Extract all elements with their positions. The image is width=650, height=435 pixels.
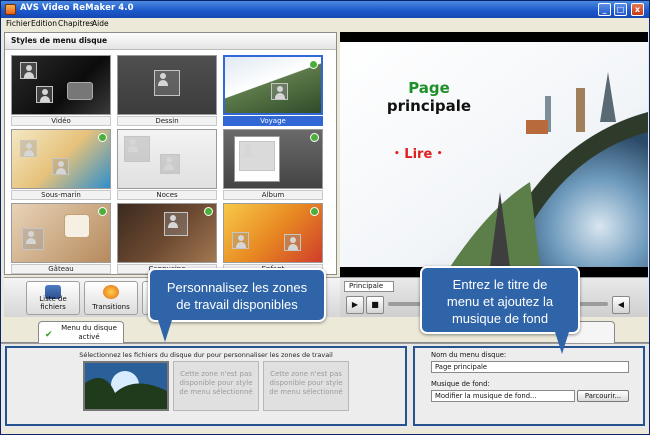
style-tile-cappucino[interactable]: Cappucino <box>117 203 217 275</box>
callout-right-line3: musique de fond <box>451 311 549 326</box>
menu-fichier[interactable]: Fichier <box>6 19 31 28</box>
play-icon[interactable]: ▶ <box>346 296 364 314</box>
check-icon: ✔ <box>45 330 53 340</box>
tab-disc-menu-label: Menu du disque activé <box>55 324 123 342</box>
callout-work-zones: Personnalisez les zones de travail dispo… <box>148 268 326 322</box>
menu-settings-form: Nom du menu disque: Page principale Musi… <box>413 346 645 426</box>
style-thumbnail <box>117 203 217 263</box>
preview-title-line1: Page <box>408 79 450 97</box>
tab-label-line2: activé <box>78 333 100 341</box>
style-tile-video[interactable]: Vidéo <box>11 55 111 127</box>
file-list-label: Liste de fichiers <box>39 295 67 311</box>
style-thumbnail <box>11 203 111 263</box>
browse-button[interactable]: Parcourir... <box>577 390 629 402</box>
style-label: Noces <box>117 190 217 200</box>
zone-unavailable-text: Cette zone n'est pas disponible pour sty… <box>179 370 253 396</box>
style-tile-noces[interactable]: Noces <box>117 129 217 201</box>
callout-left-line2: de travail disponibles <box>176 297 298 312</box>
menu-aide[interactable]: Aide <box>92 19 109 28</box>
callout-left-line1: Personnalisez les zones <box>166 280 308 295</box>
preview-background <box>340 32 648 277</box>
cake-icon <box>64 214 90 238</box>
zone-unavailable-text: Cette zone n'est pas disponible pour sty… <box>269 370 343 396</box>
close-button[interactable]: x <box>631 3 644 16</box>
callout-left-pointer <box>158 320 172 342</box>
menu-name-label: Nom du menu disque: <box>431 351 507 359</box>
transitions-button[interactable]: Transitions <box>84 281 138 315</box>
preview-play-label: Lire <box>404 147 433 162</box>
style-thumbnail <box>223 55 323 115</box>
work-zone-2: Cette zone n'est pas disponible pour sty… <box>173 361 259 411</box>
work-zone-3: Cette zone n'est pas disponible pour sty… <box>263 361 349 411</box>
transitions-label: Transitions <box>92 303 130 311</box>
callout-menu-title: Entrez le titre de menu et ajoutez la mu… <box>420 266 580 334</box>
stop-icon[interactable]: ■ <box>366 296 384 314</box>
style-label: Vidéo <box>11 116 111 126</box>
callout-right-line2: menu et ajoutez la <box>446 294 554 309</box>
speaker-icon[interactable]: ◀ <box>612 296 630 314</box>
style-label: Gâteau <box>11 264 111 274</box>
style-tile-gateau[interactable]: Gâteau <box>11 203 111 275</box>
zones-description: Sélectionnez les fichiers du disque dur … <box>79 351 333 359</box>
menu-bar: Fichier Edition Chapitres Aide <box>1 18 649 31</box>
style-label: Sous-marin <box>11 190 111 200</box>
work-zone-1[interactable] <box>83 361 169 411</box>
window-title: AVS Video ReMaker 4.0 <box>20 3 134 13</box>
style-tile-enfant[interactable]: Enfant <box>223 203 323 275</box>
transitions-icon <box>103 285 119 299</box>
app-window: AVS Video ReMaker 4.0 _ □ x Fichier Edit… <box>0 0 650 435</box>
minimize-button[interactable]: _ <box>598 3 611 16</box>
callout-right-pointer <box>555 332 569 354</box>
title-bar: AVS Video ReMaker 4.0 _ □ x <box>1 1 649 18</box>
callout-right-line1: Entrez le titre de <box>452 277 548 292</box>
style-tile-sous-marin[interactable]: Sous-marin <box>11 129 111 201</box>
zone-image <box>85 363 167 409</box>
work-zones-panel: Sélectionnez les fichiers du disque dur … <box>5 346 407 426</box>
bullet-icon: • <box>436 149 443 159</box>
tab-label-line1: Menu du disque <box>61 324 117 332</box>
menu-preview[interactable]: Page principale • Lire • <box>340 32 648 277</box>
style-thumbnail <box>117 129 217 189</box>
style-label: Dessin <box>117 116 217 126</box>
panel-title: Styles de menu disque <box>11 36 108 45</box>
tab-disc-menu[interactable]: ✔ Menu du disque activé <box>38 321 124 344</box>
style-tile-voyage[interactable]: Voyage <box>223 55 323 127</box>
menu-styles-panel: Styles de menu disque Vidéo Dessin Voyag… <box>4 32 337 275</box>
style-thumbnail <box>11 129 111 189</box>
preview-play-button[interactable]: • Lire • <box>394 147 443 162</box>
music-input[interactable]: Modifier la musique de fond... <box>431 390 575 402</box>
preview-menu-title: Page principale <box>370 79 488 115</box>
menu-chapitres[interactable]: Chapitres <box>58 19 94 28</box>
style-thumbnail <box>223 203 323 263</box>
preview-title-line2: principale <box>386 97 472 115</box>
style-label: Voyage <box>223 116 323 126</box>
style-tile-dessin[interactable]: Dessin <box>117 55 217 127</box>
panel-header: Styles de menu disque <box>5 33 336 50</box>
menu-edition[interactable]: Edition <box>31 19 57 28</box>
style-thumbnail <box>11 55 111 115</box>
style-label: Album <box>223 190 323 200</box>
maximize-button[interactable]: □ <box>614 3 627 16</box>
menu-name-input[interactable]: Page principale <box>431 361 629 373</box>
style-thumbnail <box>223 129 323 189</box>
app-logo-icon <box>5 4 16 15</box>
style-thumbnail <box>117 55 217 115</box>
camera-icon <box>67 82 93 100</box>
file-list-button[interactable]: Liste de fichiers <box>26 281 80 315</box>
bullet-icon: • <box>394 149 400 159</box>
chapter-tab[interactable]: Principale <box>344 281 394 292</box>
music-label: Musique de fond: <box>431 380 490 388</box>
style-tile-album[interactable]: Album <box>223 129 323 201</box>
